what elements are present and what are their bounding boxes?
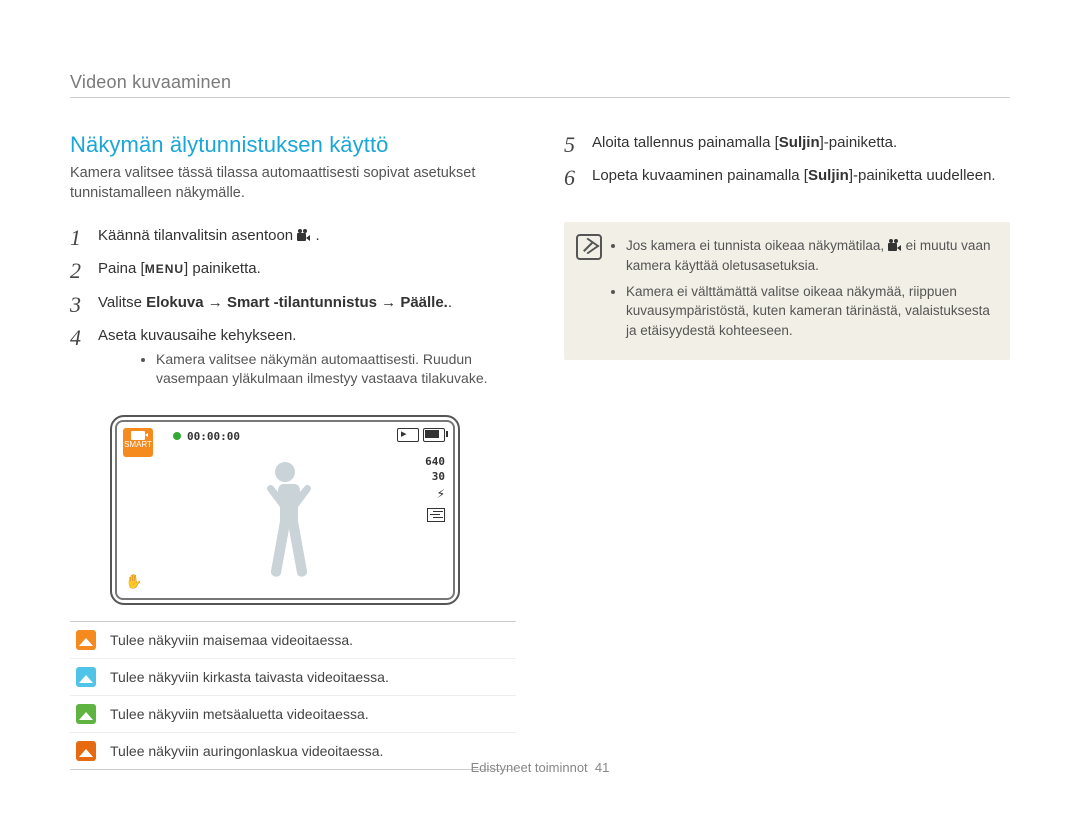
step-1: 1 Käännä tilanvalitsin asentoon .: [70, 225, 516, 250]
step-number: 1: [70, 225, 98, 250]
forest-icon: [76, 704, 96, 724]
sunset-icon: [76, 741, 96, 761]
person-silhouette-icon: [248, 458, 322, 598]
lcd-fps: 30: [425, 469, 445, 484]
step-2: 2 Paina [MENU] painiketta.: [70, 258, 516, 283]
step-4: 4 Aseta kuvausaihe kehykseen. Kamera val…: [70, 325, 516, 403]
sky-icon: [76, 667, 96, 687]
movie-mode-icon: [297, 231, 311, 242]
landscape-icon: [76, 630, 96, 650]
table-row: Tulee näkyviin metsäaluetta videoitaessa…: [70, 696, 516, 733]
memory-card-icon: [397, 428, 419, 442]
scene-icon-table: Tulee näkyviin maisemaa videoitaessa. Tu…: [70, 621, 516, 770]
right-column: 5 Aloita tallennus painamalla [Suljin]-p…: [564, 132, 1010, 770]
step-5: 5 Aloita tallennus painamalla [Suljin]-p…: [564, 132, 1010, 157]
step-1-text: Käännä tilanvalitsin asentoon: [98, 227, 297, 244]
battery-icon: [423, 428, 445, 442]
step-4-text: Aseta kuvausaihe kehykseen.: [98, 327, 296, 344]
page-footer: Edistyneet toiminnot 41: [0, 760, 1080, 775]
movie-mode-icon: [888, 241, 902, 252]
metering-icon: [427, 508, 445, 522]
intro-text: Kamera valitsee tässä tilassa automaatti…: [70, 164, 516, 203]
note-item-1: Jos kamera ei tunnista oikeaa näkymätila…: [626, 236, 992, 275]
step-number: 2: [70, 258, 98, 283]
breadcrumb: Videon kuvaaminen: [70, 72, 1010, 98]
step-number: 4: [70, 325, 98, 350]
step-number: 3: [70, 292, 98, 317]
lcd-preview: SMART 00:00:00 640 30 ⚡: [110, 415, 460, 605]
lcd-resolution: 640: [425, 454, 445, 469]
table-row: Tulee näkyviin maisemaa videoitaessa.: [70, 622, 516, 659]
flash-off-icon: ⚡: [425, 485, 445, 505]
step-number: 5: [564, 132, 592, 157]
table-row: Tulee näkyviin kirkasta taivasta videoit…: [70, 659, 516, 696]
record-dot-icon: [173, 432, 181, 440]
section-title: Näkymän älytunnistuksen käyttö: [70, 132, 516, 158]
image-stabilizer-icon: ✋: [125, 573, 142, 590]
left-column: Näkymän älytunnistuksen käyttö Kamera va…: [70, 132, 516, 770]
note-item-2: Kamera ei välttämättä valitse oikeaa näk…: [626, 282, 992, 341]
step-4-sub: Kamera valitsee näkymän automaattisesti.…: [156, 350, 516, 389]
note-icon: [576, 234, 602, 260]
note-box: Jos kamera ei tunnista oikeaa näkymätila…: [564, 222, 1010, 360]
smart-scene-badge-icon: SMART: [123, 428, 153, 457]
step-3: 3 Valitse Elokuva → Smart -tilantunnistu…: [70, 292, 516, 317]
lcd-time: 00:00:00: [187, 430, 240, 443]
step-number: 6: [564, 165, 592, 190]
step-6: 6 Lopeta kuvaaminen painamalla [Suljin]-…: [564, 165, 1010, 190]
menu-key-label: MENU: [145, 261, 184, 278]
